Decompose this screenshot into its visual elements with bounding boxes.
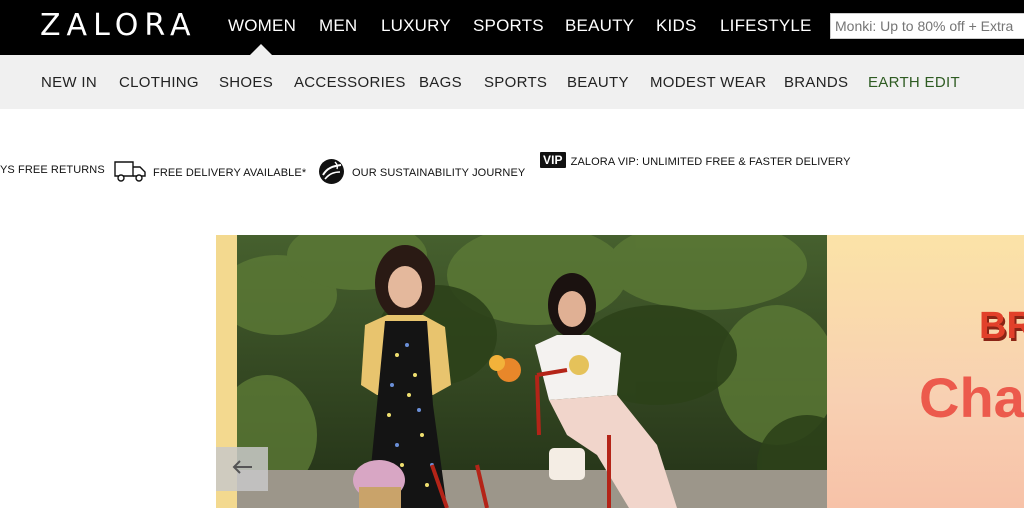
subnav-shoes[interactable]: SHOES: [219, 74, 273, 91]
active-nav-indicator: [250, 44, 272, 55]
nav-luxury[interactable]: LUXURY: [381, 16, 451, 36]
delivery-truck-icon: [114, 158, 146, 187]
usp-vip[interactable]: VIP ZALORA VIP: UNLIMITED FREE & FASTER …: [540, 152, 851, 168]
subnav-beauty[interactable]: BEAUTY: [567, 74, 629, 91]
nav-sports[interactable]: SPORTS: [473, 16, 544, 36]
usp-returns[interactable]: YS FREE RETURNS: [0, 164, 105, 176]
nav-lifestyle[interactable]: LIFESTYLE: [720, 16, 812, 36]
nav-beauty[interactable]: BEAUTY: [565, 16, 634, 36]
subnav-bags[interactable]: BAGS: [419, 74, 462, 91]
usp-sustainability[interactable]: OUR SUSTAINABILITY JOURNEY: [318, 158, 525, 188]
usp-returns-label: YS FREE RETURNS: [0, 164, 105, 176]
usp-delivery-label: FREE DELIVERY AVAILABLE*: [153, 166, 307, 179]
vip-badge-text: VIP: [543, 153, 563, 167]
zalora-logo[interactable]: ZALORA: [40, 8, 196, 43]
subnav-sports[interactable]: SPORTS: [484, 74, 547, 91]
promo-subheadline-partial: Cha: [919, 366, 1024, 429]
sub-navigation: NEW IN CLOTHING SHOES ACCESSORIES BAGS S…: [0, 55, 1024, 109]
nav-kids[interactable]: KIDS: [656, 16, 696, 36]
prev-slide-button[interactable]: [216, 447, 268, 491]
hero-banner[interactable]: BR Cha: [216, 235, 1024, 508]
fashion-models-image: [237, 235, 827, 508]
arrow-left-icon: [231, 459, 253, 480]
subnav-modest-wear[interactable]: MODEST WEAR: [650, 74, 766, 91]
subnav-new-in[interactable]: NEW IN: [41, 74, 97, 91]
usp-sustainability-label: OUR SUSTAINABILITY JOURNEY: [352, 167, 526, 179]
promo-headline-partial: BR: [979, 305, 1024, 347]
globe-leaf-icon: [318, 158, 345, 188]
hero-photo: [237, 235, 827, 508]
subnav-accessories[interactable]: ACCESSORIES: [294, 74, 406, 91]
vip-badge-icon: VIP: [540, 152, 566, 168]
usp-delivery[interactable]: FREE DELIVERY AVAILABLE*: [114, 158, 306, 187]
search-input[interactable]: [830, 13, 1024, 39]
nav-women[interactable]: WOMEN: [228, 16, 296, 36]
subnav-earth-edit[interactable]: EARTH EDIT: [868, 74, 960, 91]
top-header: ZALORA WOMEN MEN LUXURY SPORTS BEAUTY KI…: [0, 0, 1024, 55]
usp-vip-label: ZALORA VIP: UNLIMITED FREE & FASTER DELI…: [570, 156, 851, 168]
subnav-clothing[interactable]: CLOTHING: [119, 74, 199, 91]
nav-men[interactable]: MEN: [319, 16, 357, 36]
subnav-brands[interactable]: BRANDS: [784, 74, 848, 91]
